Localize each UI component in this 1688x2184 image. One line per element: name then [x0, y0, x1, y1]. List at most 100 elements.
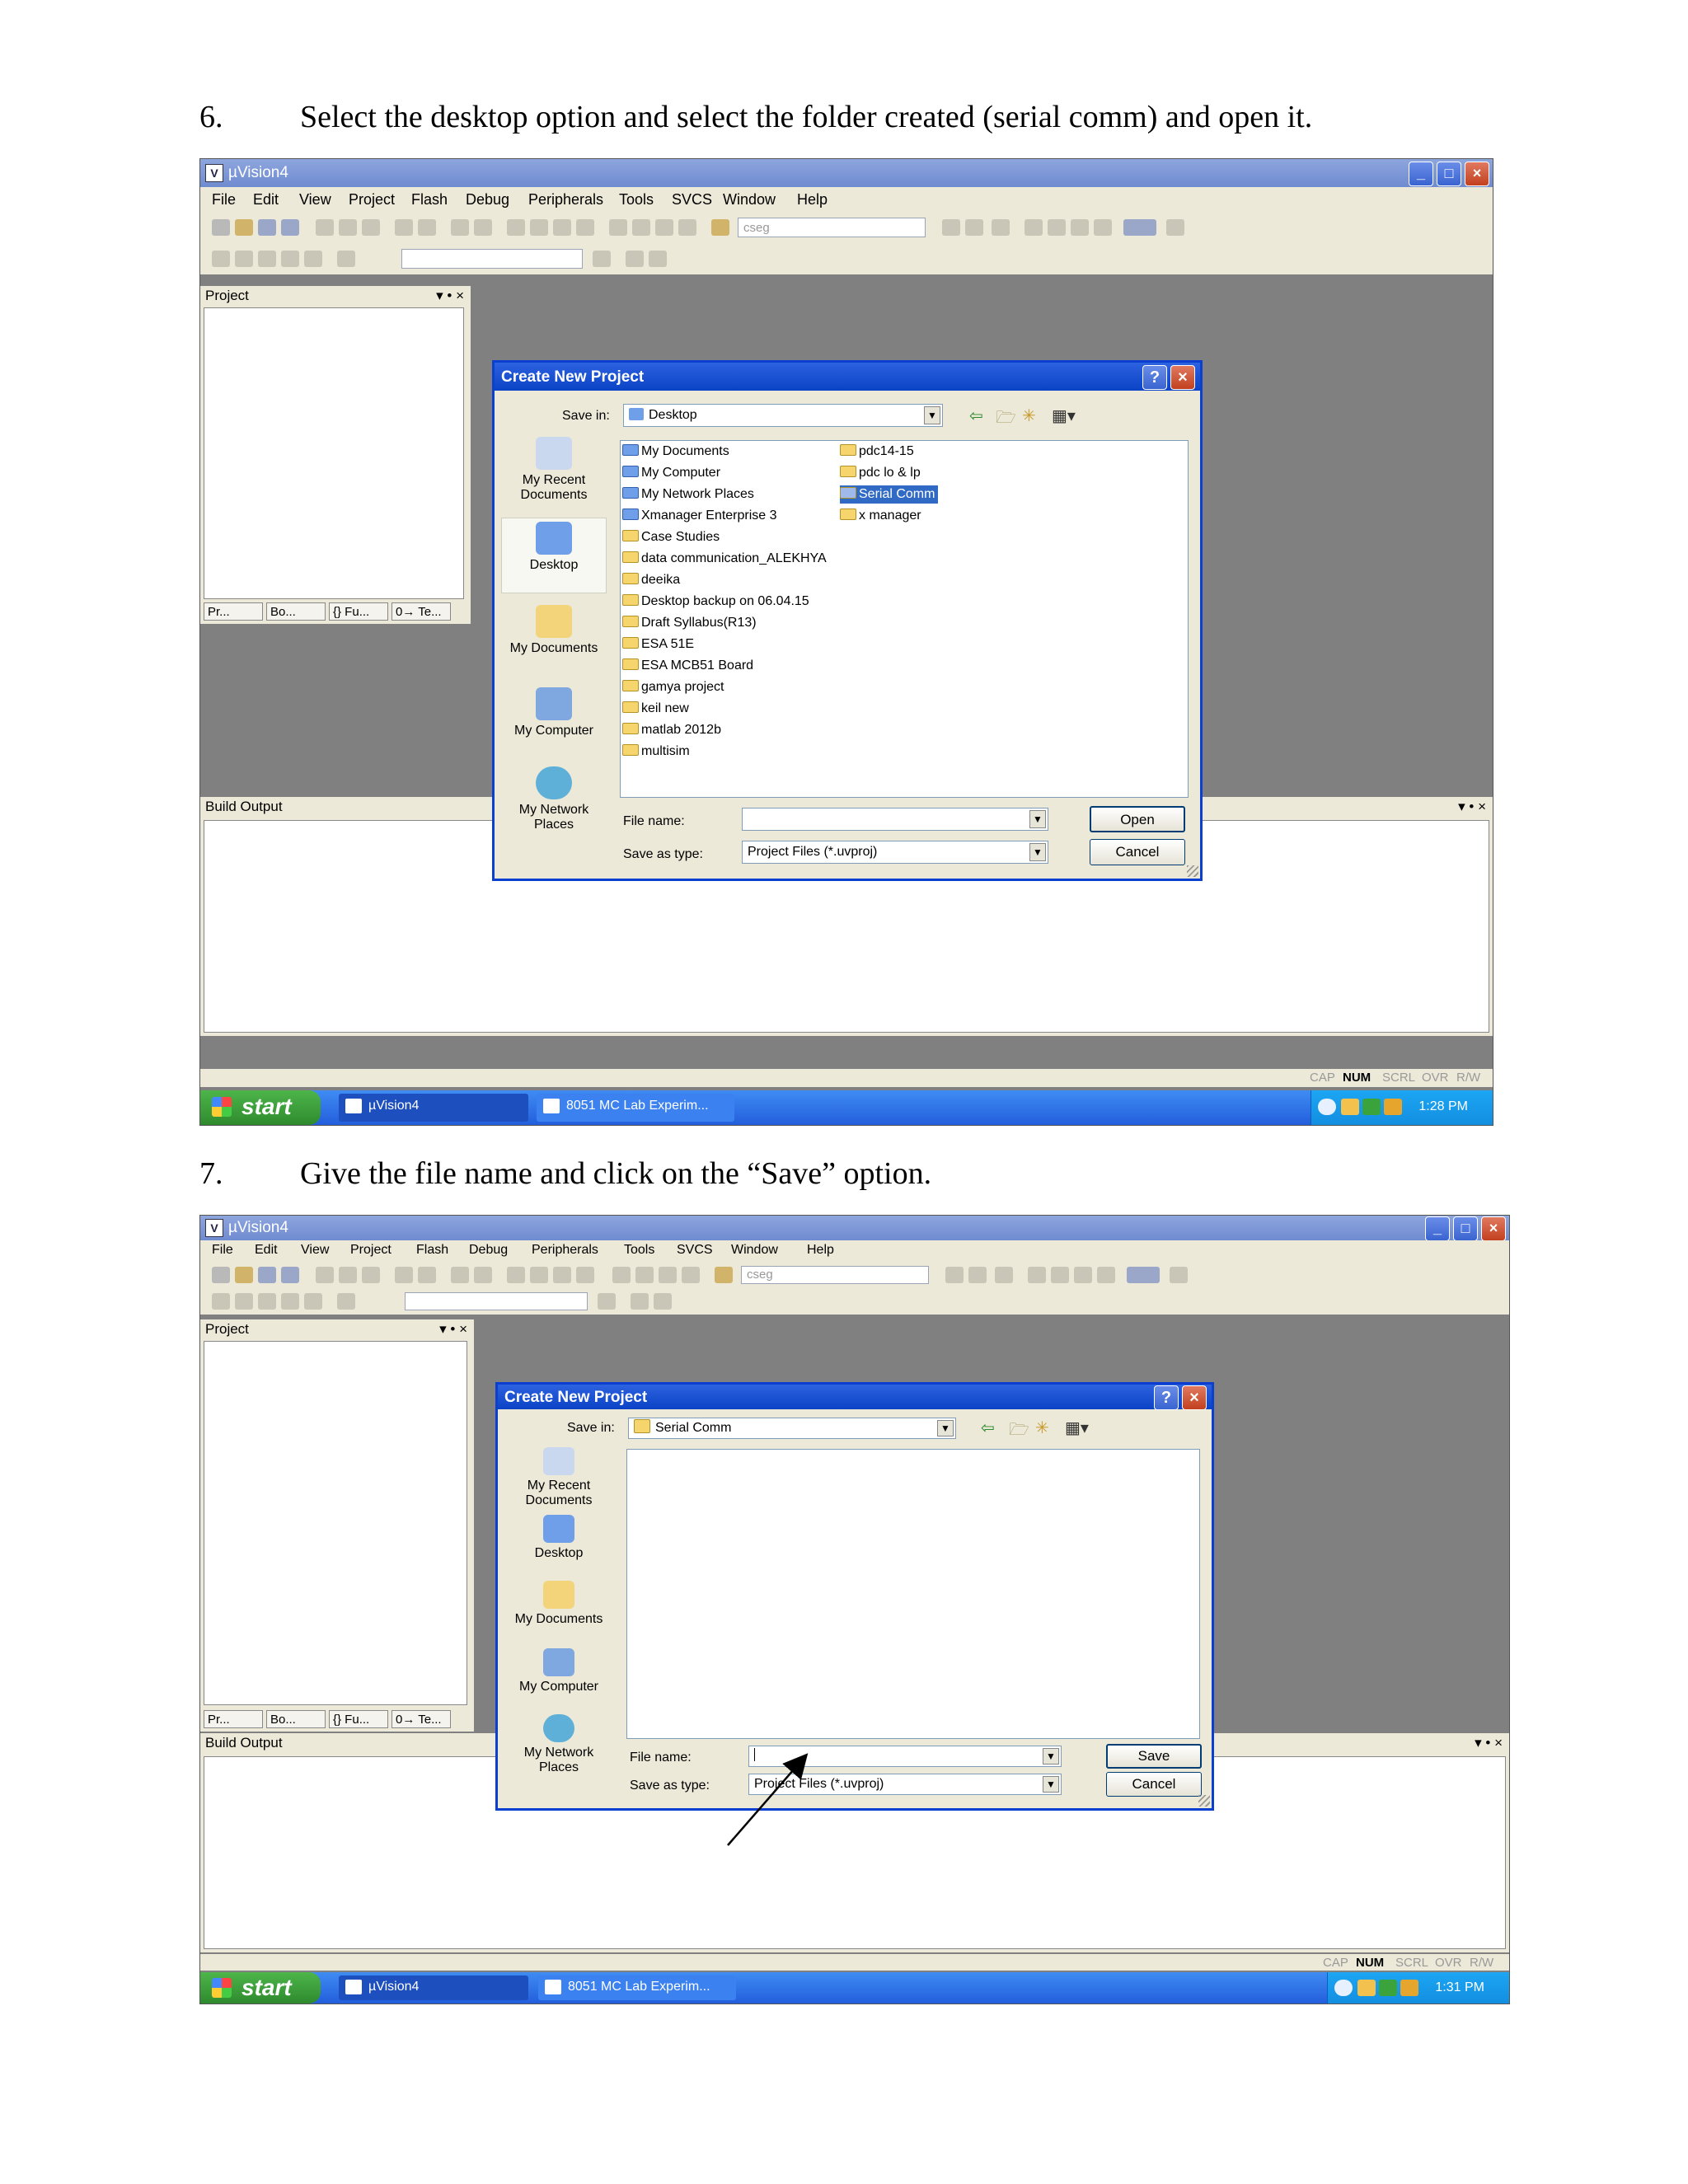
views-menu-icon[interactable]: ▦▾: [1052, 405, 1076, 426]
build-icon[interactable]: [235, 251, 253, 267]
list-item[interactable]: keil new: [622, 700, 692, 718]
list-item[interactable]: Case Studies: [622, 528, 723, 546]
menu-tools[interactable]: Tools: [619, 191, 654, 209]
save-icon[interactable]: [258, 219, 276, 236]
up-folder-icon[interactable]: 🗁: [996, 405, 1016, 434]
batch-build-icon[interactable]: [281, 251, 299, 267]
list-item[interactable]: My Documents: [622, 443, 733, 461]
incremental-find-icon[interactable]: [942, 219, 960, 236]
bookmark-icon[interactable]: [507, 219, 525, 236]
rebuild-icon[interactable]: [258, 251, 276, 267]
tray-network-icon[interactable]: [1341, 1099, 1359, 1115]
list-item[interactable]: My Network Places: [622, 485, 757, 504]
chevron-down-icon[interactable]: ▼: [924, 406, 940, 424]
unindent-icon[interactable]: [632, 219, 650, 236]
cut-icon[interactable]: [316, 219, 334, 236]
list-item[interactable]: My Computer: [622, 464, 724, 482]
back-arrow-icon[interactable]: ⇦: [969, 405, 983, 426]
task-lab-doc[interactable]: 8051 MC Lab Experim...: [537, 1094, 734, 1122]
save-in-combo[interactable]: Desktop ▼: [623, 404, 943, 427]
list-item[interactable]: ESA MCB51 Board: [622, 657, 757, 675]
menu-project[interactable]: Project: [349, 191, 395, 209]
stop-build-icon[interactable]: [304, 251, 322, 267]
new-folder-icon[interactable]: ✳: [1022, 405, 1036, 426]
resize-grip-icon[interactable]: [1187, 865, 1198, 877]
list-item[interactable]: deeika: [622, 571, 683, 589]
file-list[interactable]: My Documents My Computer My Network Plac…: [620, 440, 1189, 798]
place-network[interactable]: My Network Places: [501, 766, 607, 832]
menu-flash[interactable]: Flash: [411, 191, 448, 209]
manage-components-icon[interactable]: [626, 251, 644, 267]
breakpoint-icon[interactable]: [1025, 219, 1043, 236]
build-pane-controls-icon[interactable]: ▾ • ×: [1458, 797, 1486, 817]
tray-alert-icon[interactable]: [1384, 1099, 1402, 1115]
help-icon[interactable]: ?: [1142, 365, 1167, 390]
indent-icon[interactable]: [609, 219, 627, 236]
tab-templates[interactable]: 0→ Te...: [392, 602, 451, 621]
close-icon[interactable]: ×: [1465, 162, 1489, 186]
list-item[interactable]: Xmanager Enterprise 3: [622, 507, 781, 525]
save-type-combo[interactable]: Project Files (*.uvproj) ▼: [742, 841, 1048, 864]
file-name-field[interactable]: ▼: [742, 808, 1048, 831]
open-button[interactable]: Open: [1090, 806, 1185, 832]
menu-file[interactable]: File: [212, 191, 236, 209]
menu-edit[interactable]: Edit: [253, 191, 279, 209]
place-recent[interactable]: My Recent Documents: [501, 437, 607, 503]
configure-icon[interactable]: [1166, 219, 1184, 236]
new-file-icon[interactable]: [212, 219, 230, 236]
nav-forward-icon[interactable]: [474, 219, 492, 236]
pane-controls-icon[interactable]: ▾ • ×: [436, 286, 464, 306]
tab-books[interactable]: Bo...: [266, 602, 326, 621]
tab-functions[interactable]: {} Fu...: [329, 602, 388, 621]
nav-back-icon[interactable]: [451, 219, 469, 236]
redo-icon[interactable]: [418, 219, 436, 236]
copy-icon[interactable]: [339, 219, 357, 236]
list-item[interactable]: data communication_ALEKHYA: [622, 550, 830, 568]
target-options-icon[interactable]: [593, 251, 611, 267]
list-item[interactable]: Draft Syllabus(R13): [622, 614, 760, 632]
minimize-icon[interactable]: _: [1409, 162, 1433, 186]
find-in-files-icon[interactable]: [711, 219, 729, 236]
download-icon[interactable]: [337, 251, 355, 267]
window-layout-icon[interactable]: [1123, 219, 1156, 236]
place-desktop[interactable]: Desktop: [501, 518, 607, 593]
breakpoint-kill-icon[interactable]: [1094, 219, 1112, 236]
comment-icon[interactable]: [655, 219, 673, 236]
menu-peripherals[interactable]: Peripherals: [528, 191, 603, 209]
debug-session-icon[interactable]: [965, 219, 983, 236]
place-my-computer[interactable]: My Computer: [501, 687, 607, 738]
bookmark-clear-icon[interactable]: [576, 219, 594, 236]
chevron-down-icon[interactable]: ▼: [1029, 810, 1046, 828]
save-all-icon[interactable]: [281, 219, 299, 236]
list-item[interactable]: multisim: [622, 743, 693, 761]
place-my-documents[interactable]: My Documents: [501, 605, 607, 656]
paste-icon[interactable]: [362, 219, 380, 236]
menu-debug[interactable]: Debug: [466, 191, 509, 209]
task-uvision[interactable]: µVision4: [339, 1094, 528, 1122]
list-item[interactable]: ESA 51E: [622, 635, 697, 654]
select-packs-icon[interactable]: [649, 251, 667, 267]
breakpoint-clear-icon[interactable]: [1071, 219, 1089, 236]
breakpoint-disable-icon[interactable]: [1048, 219, 1066, 236]
list-item[interactable]: pdc14-15: [840, 443, 917, 461]
tray-ve-icon[interactable]: [1362, 1099, 1381, 1115]
list-item[interactable]: Desktop backup on 06.04.15: [622, 593, 813, 611]
list-item[interactable]: x manager: [840, 507, 925, 525]
open-file-icon[interactable]: [235, 219, 253, 236]
chevron-down-icon[interactable]: ▼: [1029, 843, 1046, 861]
target-combo[interactable]: [401, 249, 583, 269]
find-combo[interactable]: cseg: [738, 218, 926, 237]
menu-view[interactable]: View: [299, 191, 331, 209]
menu-window[interactable]: Window: [723, 191, 776, 209]
start-button[interactable]: start: [200, 1090, 321, 1125]
list-item[interactable]: gamya project: [622, 678, 728, 696]
uncomment-icon[interactable]: [678, 219, 696, 236]
menu-help[interactable]: Help: [797, 191, 828, 209]
cancel-button[interactable]: Cancel: [1090, 839, 1185, 865]
list-item-selected[interactable]: Serial Comm: [840, 485, 939, 504]
bookmark-next-icon[interactable]: [553, 219, 571, 236]
list-item[interactable]: pdc lo & lp: [840, 464, 924, 482]
project-tree[interactable]: [204, 307, 464, 599]
bookmark-prev-icon[interactable]: [530, 219, 548, 236]
undo-icon[interactable]: [395, 219, 413, 236]
